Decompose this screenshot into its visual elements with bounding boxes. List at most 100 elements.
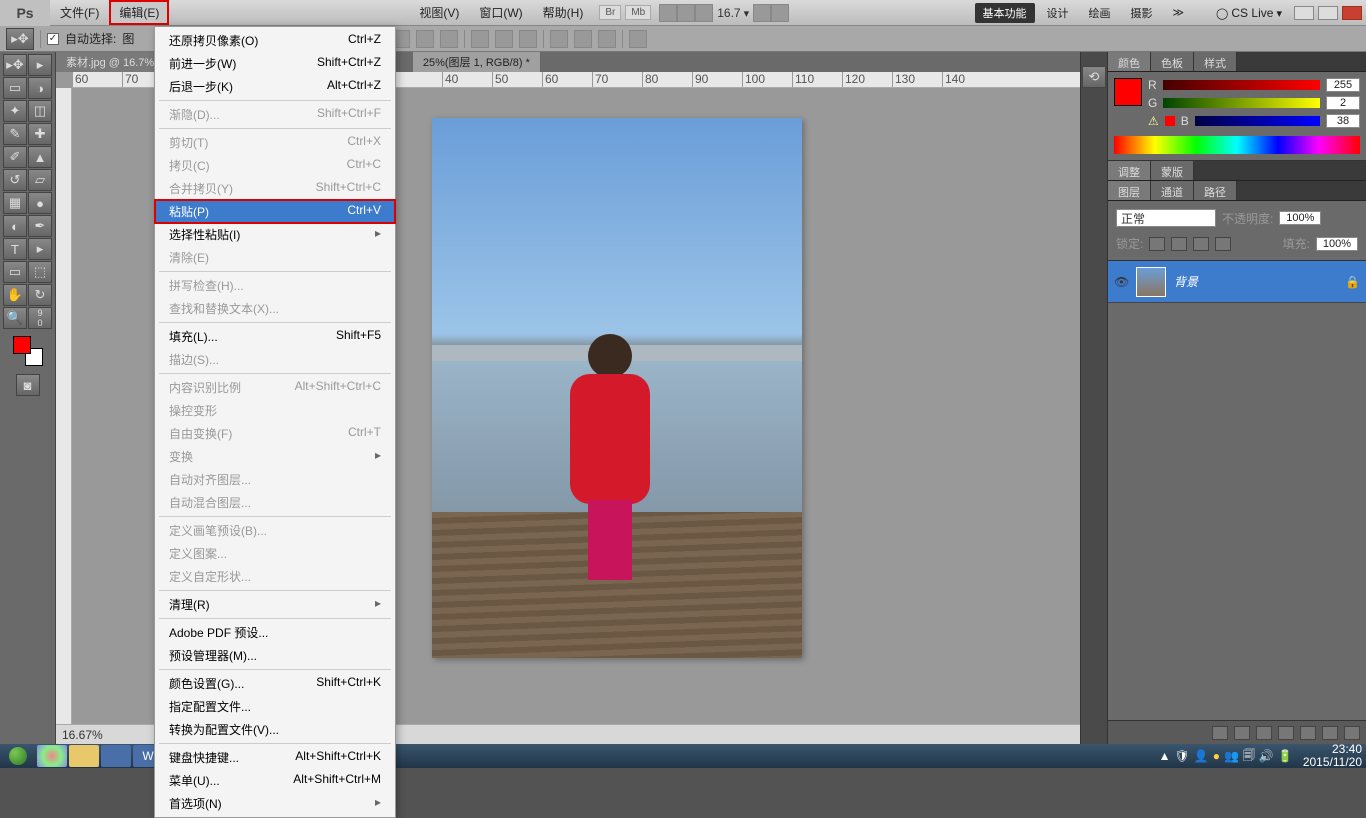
- lasso-tool[interactable]: ◑: [28, 77, 52, 99]
- history-brush-tool[interactable]: ↺: [3, 169, 27, 191]
- menu-item[interactable]: 首选项(N)▸: [155, 792, 395, 815]
- workspace-more-icon[interactable]: ≫: [1165, 4, 1193, 21]
- visibility-icon[interactable]: 👁: [1114, 275, 1128, 289]
- menu-item[interactable]: 粘贴(P)Ctrl+V: [155, 200, 395, 223]
- distribute-icon[interactable]: [598, 30, 616, 48]
- lock-transparency-icon[interactable]: [1149, 237, 1165, 251]
- align-icon[interactable]: [495, 30, 513, 48]
- align-icon[interactable]: [471, 30, 489, 48]
- pen-tool[interactable]: ✒: [28, 215, 52, 237]
- color-swatch[interactable]: [1114, 78, 1142, 106]
- workspace-essentials[interactable]: 基本功能: [975, 3, 1035, 23]
- distribute-icon[interactable]: [629, 30, 647, 48]
- current-tool-icon[interactable]: ▸✥: [6, 28, 34, 50]
- cslive-button[interactable]: ◯ CS Live ▾: [1208, 4, 1290, 22]
- workspace-painting[interactable]: 绘画: [1081, 3, 1119, 23]
- minibridge-button[interactable]: Mb: [625, 5, 651, 20]
- menu-item[interactable]: 选择性粘贴(I)▸: [155, 223, 395, 246]
- gradient-tool[interactable]: ▦: [3, 192, 27, 214]
- type-tool[interactable]: T: [3, 238, 27, 260]
- eraser-tool[interactable]: ▱: [28, 169, 52, 191]
- tray-icon[interactable]: 👤: [1194, 749, 1209, 763]
- group-icon[interactable]: [1300, 726, 1316, 740]
- menu-item[interactable]: 菜单(U)...Alt+Shift+Ctrl+M: [155, 769, 395, 792]
- r-slider[interactable]: [1163, 80, 1320, 90]
- eyedropper-tool[interactable]: ✎: [3, 123, 27, 145]
- lock-pixels-icon[interactable]: [1171, 237, 1187, 251]
- align-icon[interactable]: [519, 30, 537, 48]
- menu-item[interactable]: 填充(L)...Shift+F5: [155, 325, 395, 348]
- tab-adjustments[interactable]: 调整: [1108, 161, 1151, 180]
- align-icon[interactable]: [416, 30, 434, 48]
- menu-item[interactable]: 颜色设置(G)...Shift+Ctrl+K: [155, 672, 395, 695]
- auto-select-checkbox[interactable]: ✓: [47, 33, 59, 45]
- bridge-button[interactable]: Br: [599, 5, 621, 20]
- align-icon[interactable]: [440, 30, 458, 48]
- adjustment-layer-icon[interactable]: [1278, 726, 1294, 740]
- b-value[interactable]: 38: [1326, 114, 1360, 128]
- blur-tool[interactable]: ●: [28, 192, 52, 214]
- workspace-photography[interactable]: 摄影: [1123, 3, 1161, 23]
- tray-icon[interactable]: ●: [1213, 749, 1220, 763]
- tray-volume-icon[interactable]: 🔊: [1259, 749, 1274, 763]
- toolbar-icon[interactable]: [695, 4, 713, 22]
- lock-all-icon[interactable]: [1215, 237, 1231, 251]
- menu-view[interactable]: 视图(V): [409, 0, 469, 25]
- distribute-icon[interactable]: [550, 30, 568, 48]
- window-close-button[interactable]: [1342, 6, 1362, 20]
- taskbar-app-icon[interactable]: [101, 745, 131, 767]
- window-maximize-button[interactable]: [1318, 6, 1338, 20]
- menu-item[interactable]: 指定配置文件...: [155, 695, 395, 718]
- menu-item[interactable]: Adobe PDF 预设...: [155, 621, 395, 644]
- artboard-tool[interactable]: ▸: [28, 54, 52, 76]
- shape-tool[interactable]: ▭: [3, 261, 27, 283]
- link-layers-icon[interactable]: [1212, 726, 1228, 740]
- quickmask-tool[interactable]: ◙: [16, 374, 40, 396]
- delete-layer-icon[interactable]: [1344, 726, 1360, 740]
- layer-item[interactable]: 👁 背景 🔒: [1108, 261, 1366, 303]
- distribute-icon[interactable]: [574, 30, 592, 48]
- menu-help[interactable]: 帮助(H): [533, 0, 594, 25]
- menu-file[interactable]: 文件(F): [50, 0, 109, 25]
- rotate-tool[interactable]: ↻: [28, 284, 52, 306]
- g-slider[interactable]: [1163, 98, 1320, 108]
- toolbar-icon[interactable]: [753, 4, 771, 22]
- start-button[interactable]: [0, 744, 36, 768]
- tray-icon[interactable]: 🗐: [1243, 746, 1255, 767]
- move-tool[interactable]: ▸✥: [3, 54, 27, 76]
- taskbar-explorer-icon[interactable]: [69, 745, 99, 767]
- menu-item[interactable]: 前进一步(W)Shift+Ctrl+Z: [155, 52, 395, 75]
- tab-styles[interactable]: 样式: [1194, 52, 1237, 71]
- workspace-design[interactable]: 设计: [1039, 3, 1077, 23]
- r-value[interactable]: 255: [1326, 78, 1360, 92]
- tray-battery-icon[interactable]: 🔋: [1278, 749, 1293, 763]
- 3d-tool[interactable]: ⬚: [28, 261, 52, 283]
- opacity-value[interactable]: 100%: [1279, 211, 1321, 225]
- crop-tool[interactable]: ◫: [28, 100, 52, 122]
- tab-masks[interactable]: 蒙版: [1151, 161, 1194, 180]
- tray-icon[interactable]: 🛡: [1175, 749, 1190, 763]
- document-tab[interactable]: 25%(图层 1, RGB/8) *: [413, 52, 541, 72]
- menu-edit[interactable]: 编辑(E): [109, 0, 169, 25]
- layer-name[interactable]: 背景: [1174, 273, 1198, 290]
- color-spectrum[interactable]: [1114, 136, 1360, 154]
- menu-item[interactable]: 后退一步(K)Alt+Ctrl+Z: [155, 75, 395, 98]
- foreground-background-swatch[interactable]: [13, 336, 43, 366]
- tab-channels[interactable]: 通道: [1151, 181, 1194, 200]
- heal-tool[interactable]: ✚: [28, 123, 52, 145]
- tray-icon[interactable]: ▲: [1159, 749, 1171, 763]
- foreground-color-icon[interactable]: [13, 336, 31, 354]
- taskbar-app-icon[interactable]: [37, 745, 67, 767]
- zoom-percentage[interactable]: 16.67%: [62, 728, 103, 742]
- dodge-tool[interactable]: ◐: [3, 215, 27, 237]
- history-panel-icon[interactable]: ⟲: [1082, 66, 1106, 88]
- tab-layers[interactable]: 图层: [1108, 181, 1151, 200]
- menu-item[interactable]: 预设管理器(M)...: [155, 644, 395, 667]
- blend-mode-select[interactable]: 正常: [1116, 209, 1216, 227]
- new-layer-icon[interactable]: [1322, 726, 1338, 740]
- marquee-tool[interactable]: ▭: [3, 77, 27, 99]
- tab-swatches[interactable]: 色板: [1151, 52, 1194, 71]
- document-tab[interactable]: 素材.jpg @ 16.7%(: [56, 52, 169, 72]
- notes-tool[interactable]: 90: [28, 307, 52, 329]
- menu-item[interactable]: 键盘快捷键...Alt+Shift+Ctrl+K: [155, 746, 395, 769]
